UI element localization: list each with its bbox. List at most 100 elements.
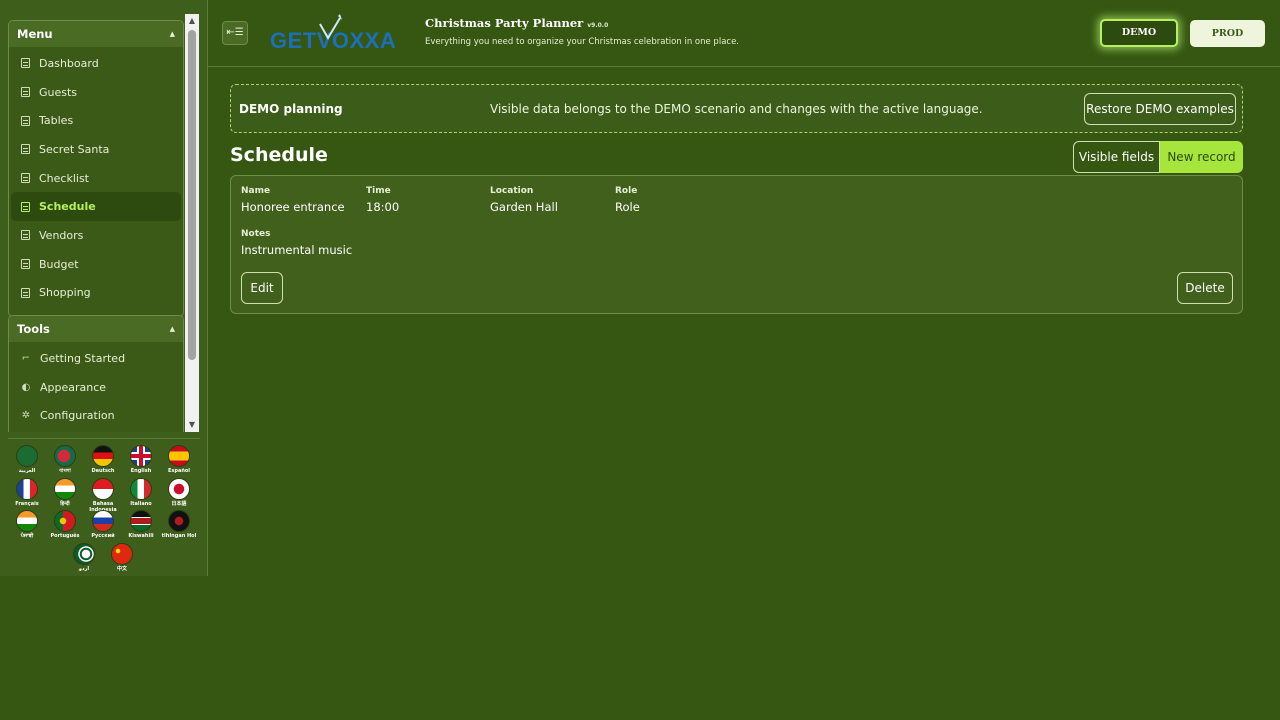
sidebar-scrollbar[interactable]: ▲ ▼ — [185, 14, 199, 432]
env-prod-button[interactable]: PROD — [1190, 20, 1265, 47]
language-portuguese[interactable]: Português — [46, 510, 84, 539]
italy-flag-icon — [130, 478, 152, 500]
visible-fields-button[interactable]: Visible fields — [1073, 141, 1160, 173]
language-french[interactable]: Français — [8, 478, 46, 507]
field-value: Garden Hall — [490, 200, 558, 214]
sidebar-item-shopping[interactable]: Shopping — [11, 279, 181, 308]
klingon-flag-icon — [168, 510, 190, 532]
language-spanish[interactable]: Español — [160, 445, 198, 474]
pakistan-flag-icon — [73, 543, 95, 565]
sidebar-item-label: Getting Started — [40, 351, 126, 365]
env-demo-button[interactable]: DEMO — [1100, 19, 1178, 47]
getvoxxa-logo: GETVOXXA — [270, 14, 396, 53]
language-klingon[interactable]: tlhIngan Hol — [160, 510, 198, 539]
sidebar-item-appearance[interactable]: ◐ Appearance — [11, 373, 181, 402]
language-russian[interactable]: Русский — [84, 510, 122, 539]
field-value: 18:00 — [366, 200, 400, 214]
list-icon — [21, 173, 30, 184]
field-value: Instrumental music — [241, 243, 353, 257]
field-location: Location Garden Hall — [490, 186, 558, 214]
language-swahili[interactable]: Kiswahili — [122, 510, 160, 539]
field-value: Honoree entrance — [241, 200, 345, 214]
top-header: ⇤☰ GETVOXXA Christmas Party Planner v9.0.… — [208, 0, 1280, 67]
sidebar-item-tables[interactable]: Tables — [11, 106, 181, 135]
sidebar-item-label: Vendors — [39, 228, 84, 242]
sidebar-item-getting-started[interactable]: ⌐ Getting Started — [11, 344, 181, 373]
app-version: v9.0.0 — [587, 22, 609, 29]
scroll-up-arrow-icon[interactable]: ▲ — [185, 14, 199, 28]
saudi-arabia-flag-icon — [16, 445, 38, 467]
tools-title: Tools — [17, 322, 50, 336]
field-label: Location — [490, 186, 534, 196]
sidebar-item-secret-santa[interactable]: Secret Santa — [11, 135, 181, 164]
sidebar-item-dashboard[interactable]: Dashboard — [11, 49, 181, 78]
demo-banner: DEMO planning Visible data belongs to th… — [230, 84, 1243, 133]
list-icon — [21, 87, 30, 98]
field-notes: Notes Instrumental music — [241, 229, 352, 257]
delete-button[interactable]: Delete — [1177, 272, 1233, 304]
app-subtitle: Everything you need to organize your Chr… — [425, 37, 740, 47]
language-punjabi[interactable]: ਪੰਜਾਬੀ — [8, 510, 46, 539]
restore-demo-button[interactable]: Restore DEMO examples — [1084, 93, 1236, 125]
sidebar-item-schedule[interactable]: Schedule — [11, 192, 181, 222]
list-icon — [21, 58, 30, 69]
language-urdu[interactable]: اردو — [65, 543, 103, 572]
sidebar: Menu ▲ Dashboard Guests Tables Secret Sa… — [0, 0, 208, 576]
field-label: Role — [615, 186, 638, 196]
field-label: Notes — [241, 229, 271, 239]
menu-title: Menu — [17, 27, 53, 41]
sidebar-item-label: Dashboard — [39, 56, 99, 70]
list-icon — [21, 115, 30, 126]
field-name: Name Honoree entrance — [241, 186, 345, 214]
language-japanese[interactable]: 日本語 — [160, 478, 198, 507]
collapse-sidebar-icon: ⇤☰ — [226, 27, 244, 38]
page-title: Schedule — [230, 144, 328, 166]
sidebar-item-checklist[interactable]: Checklist — [11, 164, 181, 193]
sidebar-item-label: Checklist — [39, 171, 89, 185]
list-icon — [21, 287, 30, 298]
sidebar-item-label: Schedule — [39, 200, 96, 214]
sidebar-item-label: Secret Santa — [39, 142, 110, 156]
india-flag-icon — [16, 510, 38, 532]
scrollbar-thumb[interactable] — [188, 30, 196, 360]
china-flag-icon — [111, 543, 133, 565]
sidebar-item-label: Appearance — [40, 380, 107, 394]
sidebar-item-vendors[interactable]: Vendors — [11, 221, 181, 250]
india-flag-icon — [54, 478, 76, 500]
banner-title: DEMO planning — [239, 102, 343, 116]
language-italian[interactable]: Italiano — [122, 478, 160, 507]
language-hindi[interactable]: हिन्दी — [46, 478, 84, 507]
menu-panel-header[interactable]: Menu ▲ — [9, 21, 183, 47]
language-bangla[interactable]: বাংলা — [46, 445, 84, 474]
sidebar-item-label: Shopping — [39, 286, 91, 300]
scroll-down-arrow-icon[interactable]: ▼ — [185, 418, 199, 432]
field-time: Time 18:00 — [366, 186, 399, 214]
new-record-button[interactable]: New record — [1160, 141, 1243, 173]
germany-flag-icon — [92, 445, 114, 467]
sidebar-item-guests[interactable]: Guests — [11, 78, 181, 107]
caret-up-icon: ▲ — [169, 30, 175, 38]
palette-icon: ◐ — [21, 381, 31, 393]
list-icon — [21, 201, 30, 212]
logo-text: GETVOXXA — [270, 28, 396, 53]
menu-panel: Menu ▲ Dashboard Guests Tables Secret Sa… — [8, 20, 184, 317]
sidebar-item-label: Tables — [39, 114, 74, 128]
tools-panel: Tools ▲ ⌐ Getting Started ◐ Appearance ✲ Co… — [8, 315, 184, 432]
field-value: Role — [615, 200, 640, 214]
sidebar-item-budget[interactable]: Budget — [11, 250, 181, 279]
sidebar-item-label: Guests — [39, 85, 78, 99]
sidebar-item-configuration[interactable]: ✲ Configuration — [11, 401, 181, 430]
language-chinese[interactable]: 中文 — [103, 543, 141, 572]
tools-panel-header[interactable]: Tools ▲ — [9, 316, 183, 342]
language-arabic[interactable]: العربية — [8, 445, 46, 474]
spain-flag-icon — [168, 445, 190, 467]
collapse-sidebar-button[interactable]: ⇤☰ — [222, 21, 248, 45]
language-german[interactable]: Deutsch — [84, 445, 122, 474]
kenya-flag-icon — [130, 510, 152, 532]
language-english[interactable]: English — [122, 442, 160, 476]
list-icon — [21, 259, 30, 270]
edit-button[interactable]: Edit — [241, 272, 283, 304]
uk-flag-icon — [130, 445, 152, 467]
indonesia-flag-icon — [92, 478, 114, 500]
language-indonesian[interactable]: Bahasa Indonesia — [84, 478, 122, 513]
